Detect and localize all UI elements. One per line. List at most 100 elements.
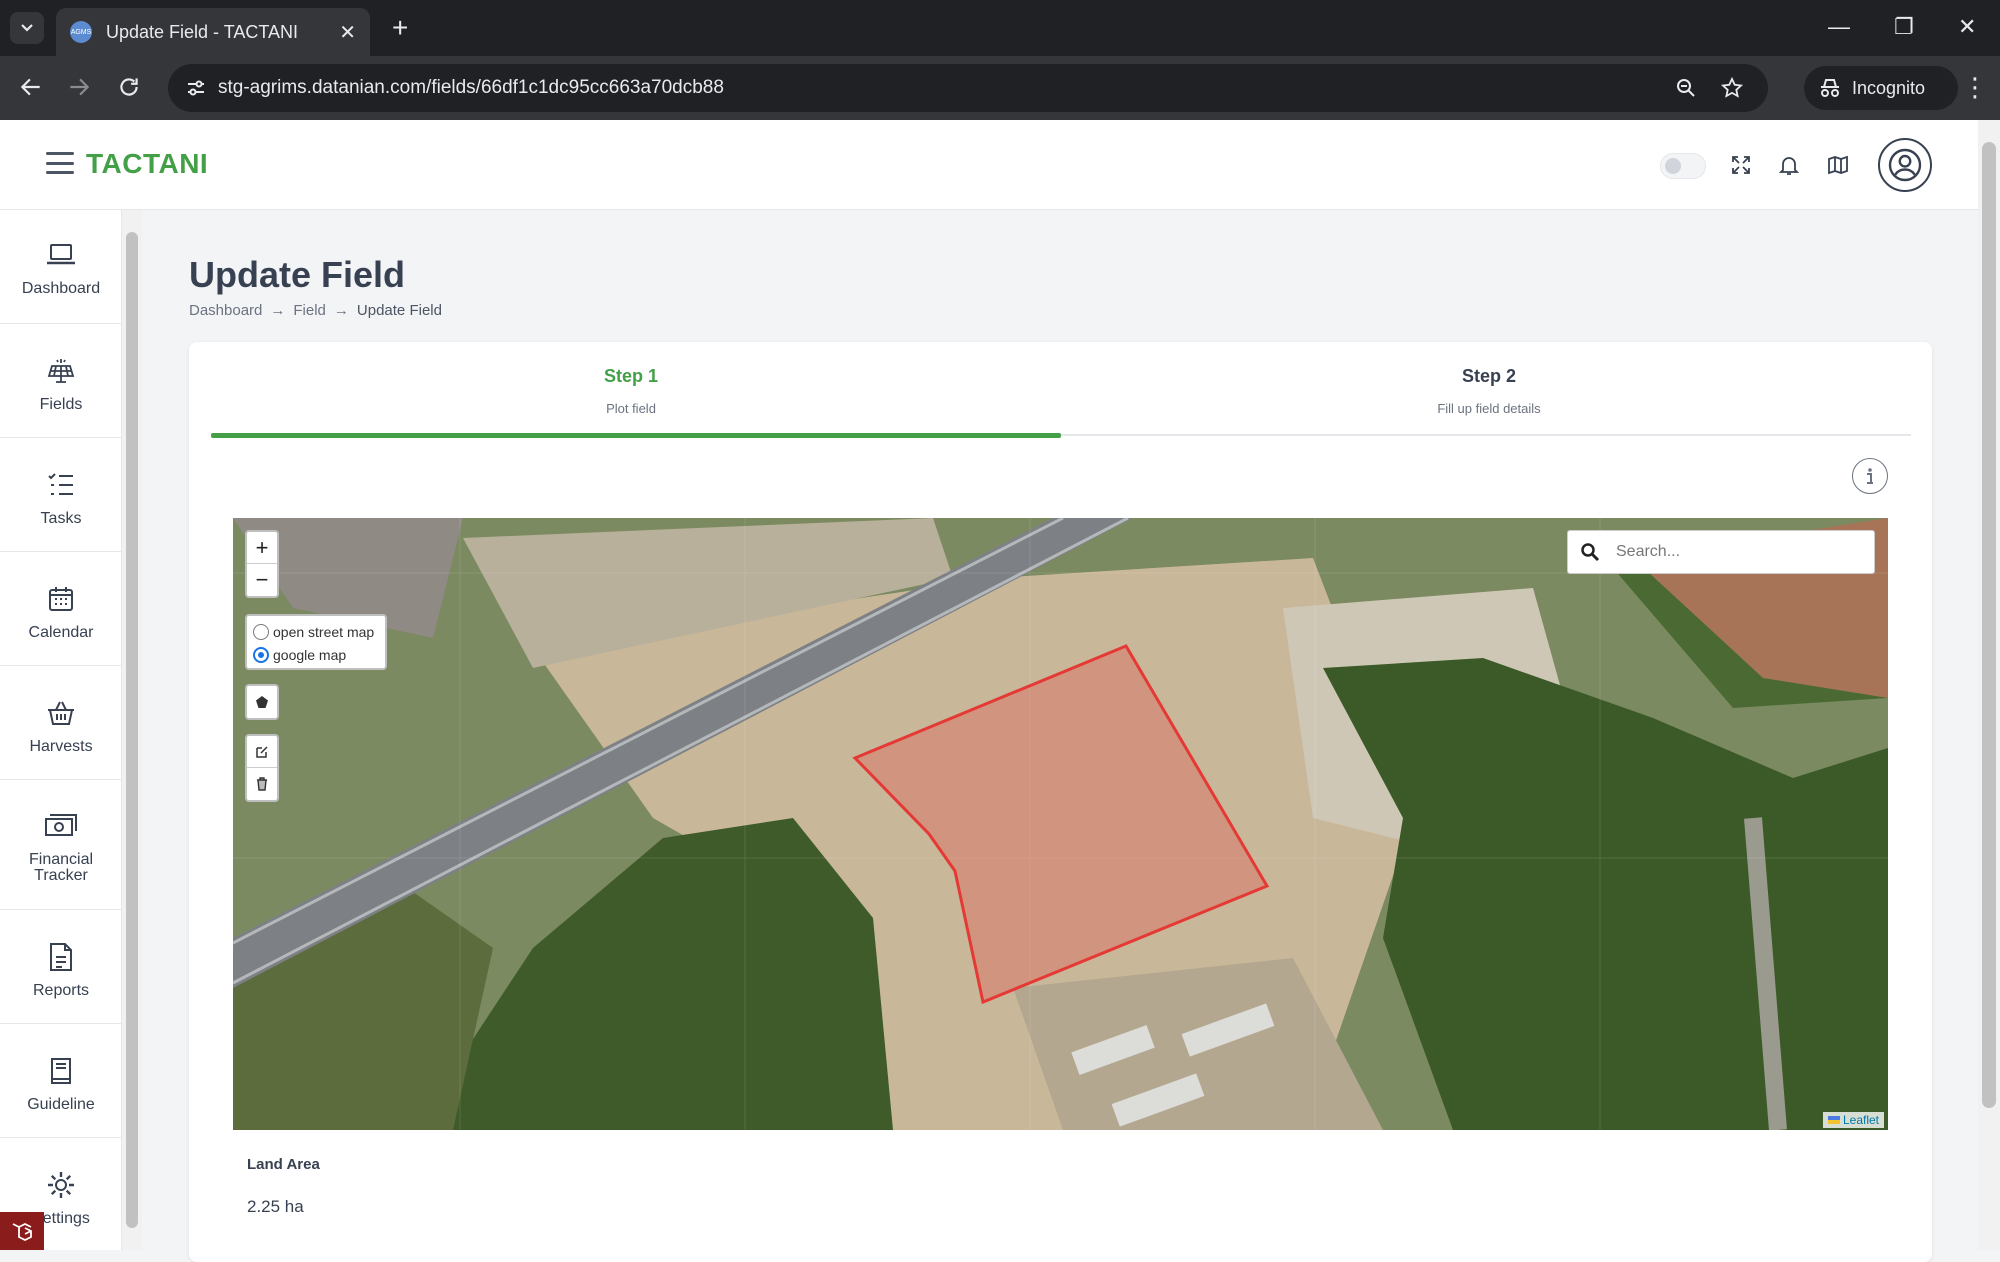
sidebar-item-reports[interactable]: Reports <box>0 910 122 1024</box>
draw-polygon-control <box>245 684 279 720</box>
sidebar-item-guideline[interactable]: Guideline <box>0 1024 122 1138</box>
basket-icon <box>44 696 78 730</box>
map-icon[interactable] <box>1823 150 1853 180</box>
sidebar-item-dashboard[interactable]: Dashboard <box>0 210 122 324</box>
incognito-icon <box>1821 79 1839 97</box>
satellite-map-imagery <box>233 518 1888 1130</box>
breadcrumb-current: Update Field <box>356 302 442 319</box>
breadcrumb-dashboard[interactable]: Dashboard <box>189 302 262 319</box>
info-icon <box>1867 468 1873 484</box>
step-title: Step 2 <box>1461 366 1517 386</box>
sidebar-item-tasks[interactable]: Tasks <box>0 438 122 552</box>
forward-icon[interactable] <box>66 74 92 107</box>
arrow-right-icon: → <box>333 302 349 319</box>
theme-toggle[interactable] <box>1660 153 1706 179</box>
sidebar-item-financial-tracker[interactable]: Financial Tracker <box>0 780 122 910</box>
form-card: Step 1 Plot field Step 2 Fill up field d… <box>189 342 1932 1262</box>
radio-osm[interactable] <box>253 623 269 640</box>
main-scrollbar[interactable] <box>1978 120 2000 1250</box>
sidebar-item-label: Calendar <box>28 624 94 641</box>
debugbar-logo-icon[interactable] <box>0 1212 44 1250</box>
incognito-badge[interactable]: Incognito <box>1804 66 1958 110</box>
layer-option-google[interactable]: google map <box>253 643 379 666</box>
back-icon[interactable] <box>18 74 44 107</box>
laptop-icon <box>44 238 78 272</box>
zoom-in-button[interactable]: + <box>247 532 277 564</box>
checklist-icon <box>44 468 78 502</box>
browser-menu-icon[interactable]: ⋮ <box>1960 72 1990 103</box>
browser-tab[interactable]: AGMS Update Field - TACTANI ✕ <box>56 8 370 56</box>
step-2-tab[interactable]: Step 2 Fill up field details <box>1289 366 1689 416</box>
gear-icon <box>44 1168 78 1202</box>
trash-icon <box>257 777 267 791</box>
zoom-out-button[interactable]: − <box>247 564 277 596</box>
fullscreen-icon[interactable] <box>1726 150 1756 180</box>
sidebar-item-label: Dashboard <box>21 280 101 297</box>
step-subtitle: Plot field <box>606 401 656 416</box>
draw-polygon-button[interactable] <box>247 686 277 718</box>
leaflet-flag-icon <box>1827 1116 1840 1124</box>
search-icon <box>1581 543 1600 562</box>
minimize-icon[interactable]: — <box>1828 14 1850 40</box>
radio-google[interactable] <box>253 646 269 663</box>
edit-layers-button[interactable] <box>247 736 277 768</box>
incognito-label: Incognito <box>1852 77 1926 98</box>
page-title: Update Field <box>189 254 406 295</box>
zoom-icon[interactable] <box>1674 76 1698 100</box>
bookmark-star-icon[interactable] <box>1720 76 1744 100</box>
site-info-icon[interactable] <box>184 76 208 100</box>
step-subtitle: Fill up field details <box>1437 401 1541 416</box>
brand-logo[interactable]: TACTANI <box>86 148 208 180</box>
step-title: Step 1 <box>603 366 659 386</box>
layer-label: open street map <box>273 623 375 640</box>
book-icon <box>44 1054 78 1088</box>
report-icon <box>44 940 78 974</box>
sidebar-item-label: Reports <box>32 982 90 999</box>
progress-fill <box>211 433 1061 438</box>
close-tab-icon[interactable]: ✕ <box>339 20 356 45</box>
address-bar[interactable]: stg-agrims.datanian.com/fields/66df1c1dc… <box>168 64 1768 112</box>
close-window-icon[interactable]: ✕ <box>1958 14 1976 40</box>
money-icon <box>44 810 78 844</box>
user-avatar-icon[interactable] <box>1878 138 1932 192</box>
arrow-right-icon: → <box>270 302 286 319</box>
map-attribution[interactable]: Leaflet <box>1822 1112 1884 1128</box>
sidebar-scrollbar[interactable] <box>122 210 142 1250</box>
new-tab-button[interactable]: + <box>392 12 408 44</box>
map-search-input[interactable]: Search... <box>1616 543 1680 561</box>
reload-icon[interactable] <box>116 74 142 107</box>
bell-icon[interactable] <box>1774 150 1804 180</box>
sidebar-item-label: Guideline <box>27 1096 95 1113</box>
map-view[interactable]: + − open street map google map Search...… <box>233 518 1888 1130</box>
tab-search-button[interactable] <box>10 12 44 44</box>
layer-switcher: open street map google map <box>245 614 387 670</box>
breadcrumb-field[interactable]: Field <box>293 302 326 319</box>
sidebar-item-calendar[interactable]: Calendar <box>0 552 122 666</box>
tab-title: Update Field - TACTANI <box>106 21 299 42</box>
land-area-value: 2.25 ha <box>247 1197 304 1216</box>
layer-option-osm[interactable]: open street map <box>253 620 379 643</box>
solar-panel-icon <box>44 354 78 388</box>
browser-tabstrip: AGMS Update Field - TACTANI ✕ + — ❐ ✕ <box>0 0 2000 56</box>
sidebar-item-fields[interactable]: Fields <box>0 324 122 438</box>
layer-label: google map <box>273 646 347 663</box>
favicon-icon: AGMS <box>70 21 92 43</box>
hamburger-menu-icon[interactable] <box>46 152 74 174</box>
delete-layers-button[interactable] <box>247 768 277 800</box>
map-search-box[interactable]: Search... <box>1567 530 1875 574</box>
edit-icon <box>256 745 268 758</box>
step-1-tab[interactable]: Step 1 Plot field <box>431 366 831 416</box>
pentagon-icon <box>256 696 268 708</box>
land-area-label: Land Area <box>247 1156 320 1173</box>
attribution-link[interactable]: Leaflet <box>1843 1113 1879 1127</box>
sidebar-item-harvests[interactable]: Harvests <box>0 666 122 780</box>
sidebar-item-label: Harvests <box>29 738 93 755</box>
edit-control <box>245 734 279 802</box>
url-text: stg-agrims.datanian.com/fields/66df1c1dc… <box>218 77 724 98</box>
restore-icon[interactable]: ❐ <box>1894 14 1914 40</box>
info-button[interactable] <box>1852 458 1888 494</box>
sidebar: Dashboard Fields Tasks Calendar Harvests… <box>0 210 122 1250</box>
breadcrumb: Dashboard → Field → Update Field <box>189 302 442 319</box>
sidebar-item-label: Fields <box>39 396 83 413</box>
app-header: TACTANI <box>0 120 1978 210</box>
